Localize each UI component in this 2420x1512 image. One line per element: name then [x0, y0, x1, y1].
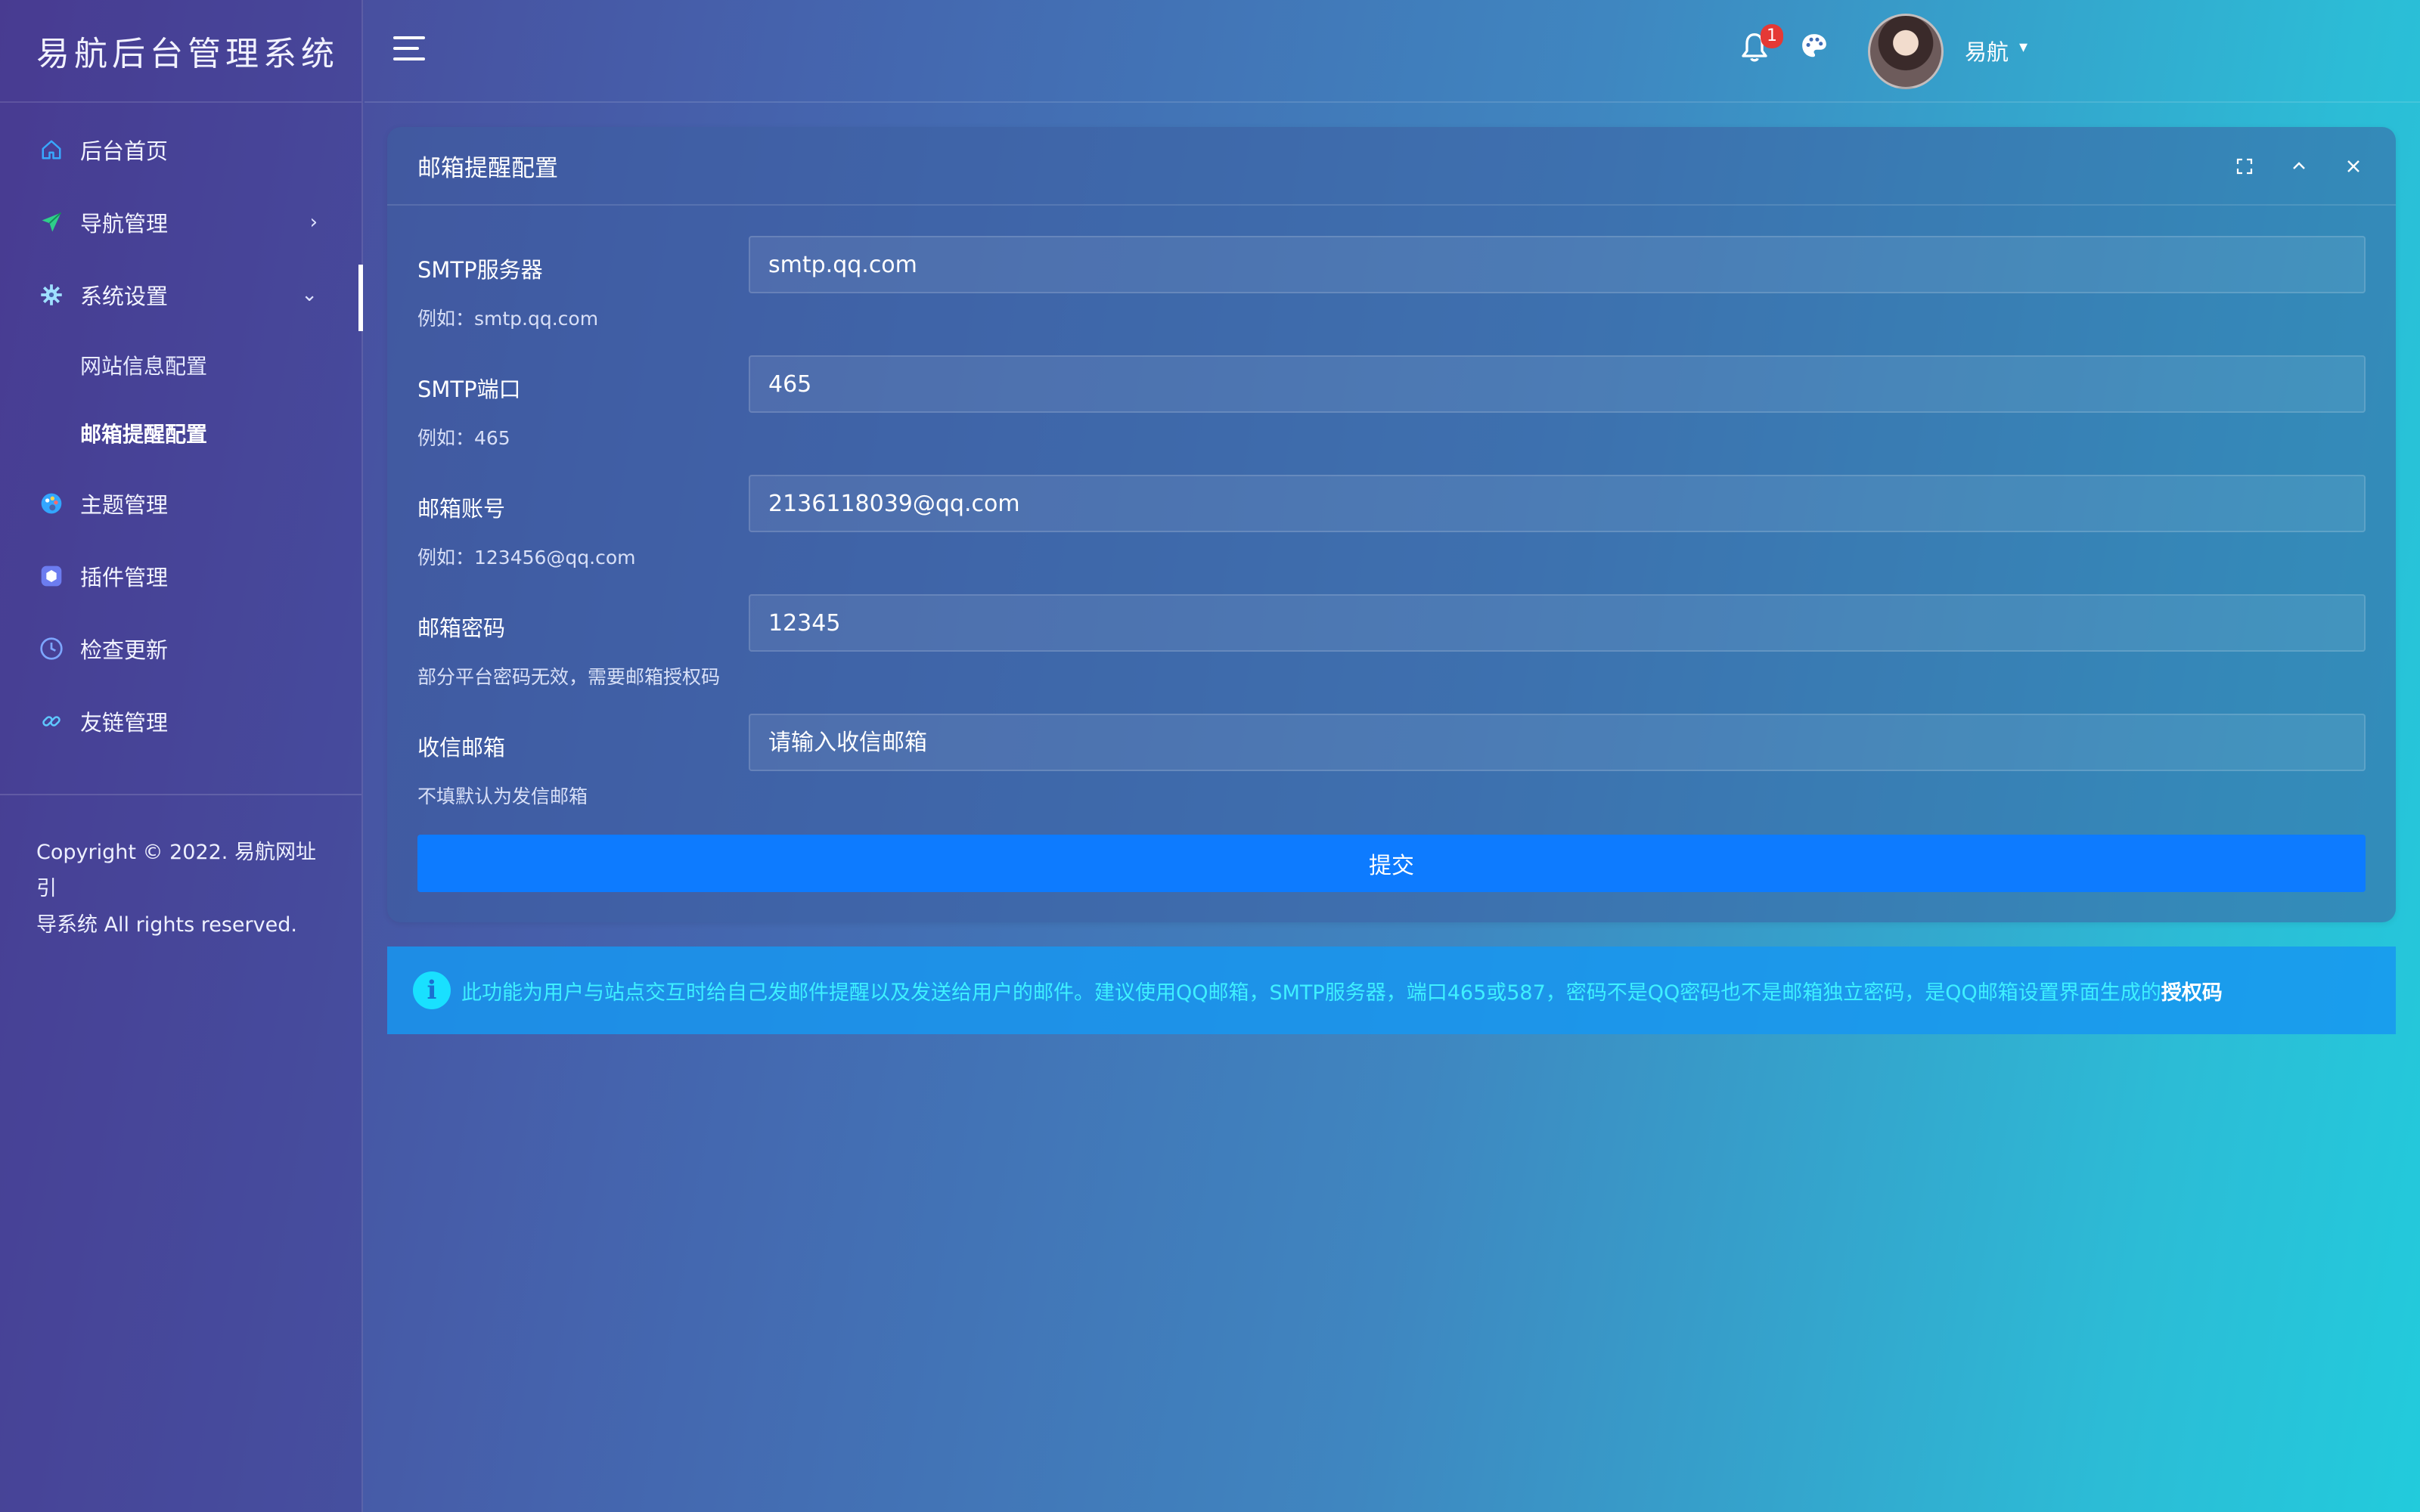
app-logo[interactable]: 易航后台管理系统 [0, 0, 361, 103]
card-tools [2232, 154, 2366, 178]
sidebar-item-links[interactable]: 友链管理 [0, 685, 361, 758]
form-row-smtp-server: SMTP服务器 例如：smtp.qq.com [417, 236, 2366, 355]
sidebar-item-label: 插件管理 [80, 565, 169, 590]
submit-button[interactable]: 提交 [417, 835, 2366, 892]
form-label: 邮箱账号 [417, 496, 506, 522]
send-icon [38, 209, 65, 236]
sidebar-subitem-email-reminder[interactable]: 邮箱提醒配置 [0, 399, 361, 467]
caret-down-icon[interactable]: ▾ [2019, 38, 2028, 57]
menu-toggle-icon[interactable] [393, 36, 425, 64]
form-label: 收信邮箱 [417, 735, 506, 761]
sidebar-item-themes[interactable]: 主题管理 [0, 467, 361, 540]
form-help: 例如：465 [417, 427, 510, 449]
sidebar-item-navigation[interactable]: 导航管理 › [0, 186, 361, 259]
alert-strong-text: 授权码 [2161, 981, 2223, 1005]
copyright-line: Copyright © 2022. 易航网址引 [36, 841, 316, 900]
card-title: 邮箱提醒配置 [417, 154, 558, 182]
sidebar-subitem-site-info[interactable]: 网站信息配置 [0, 331, 361, 399]
palette-icon [38, 490, 65, 517]
system-settings-submenu: 网站信息配置 邮箱提醒配置 [0, 331, 361, 467]
info-alert: i 此功能为用户与站点交互时给自己发邮件提醒以及发送给用户的邮件。建议使用QQ邮… [387, 947, 2396, 1034]
fullscreen-icon[interactable] [2232, 154, 2257, 178]
form-help: 部分平台密码无效，需要邮箱授权码 [417, 666, 721, 688]
form-help: 例如：smtp.qq.com [417, 308, 599, 330]
form-label: 邮箱密码 [417, 615, 506, 641]
clock-icon [38, 635, 65, 662]
form-label: SMTP服务器 [417, 257, 543, 283]
sidebar-item-label: 检查更新 [80, 637, 169, 663]
form-row-email-password: 邮箱密码 部分平台密码无效，需要邮箱授权码 [417, 594, 2366, 714]
collapse-icon[interactable] [2287, 154, 2311, 178]
sidebar-item-check-updates[interactable]: 检查更新 [0, 612, 361, 685]
card-body: SMTP服务器 例如：smtp.qq.com SMTP端口 例如：465 邮箱账… [387, 206, 2396, 833]
link-icon [38, 708, 65, 735]
username[interactable]: 易航 [1965, 35, 2009, 67]
form-row-recipient-email: 收信邮箱 不填默认为发信邮箱 [417, 714, 2366, 833]
palette-icon[interactable] [1800, 32, 1835, 68]
sidebar-item-label: 系统设置 [80, 284, 169, 309]
sidebar-item-home[interactable]: 后台首页 [0, 113, 361, 186]
info-icon: i [413, 971, 451, 1009]
sidebar-item-label: 导航管理 [80, 211, 169, 237]
topbar [365, 0, 2420, 103]
alert-text: 此功能为用户与站点交互时给自己发邮件提醒以及发送给用户的邮件。建议使用QQ邮箱，… [461, 981, 2161, 1005]
form-row-email-account: 邮箱账号 例如：123456@qq.com [417, 475, 2366, 594]
email-password-input[interactable] [749, 594, 2366, 652]
avatar[interactable] [1868, 14, 1944, 89]
form-label: SMTP端口 [417, 376, 521, 402]
sidebar: 易航后台管理系统 后台首页 导航管理 › 系统设置 ⌄ 网站信息配置 邮箱提醒配… [0, 0, 363, 1512]
sidebar-menu: 后台首页 导航管理 › 系统设置 ⌄ 网站信息配置 邮箱提醒配置 主题管理 插件… [0, 103, 363, 758]
smtp-server-input[interactable] [749, 236, 2366, 293]
smtp-port-input[interactable] [749, 355, 2366, 413]
form-help: 不填默认为发信邮箱 [417, 785, 588, 807]
home-icon [38, 136, 65, 163]
copyright: Copyright © 2022. 易航网址引 导系统 All rights r… [0, 795, 361, 943]
close-icon[interactable] [2341, 154, 2366, 178]
email-account-input[interactable] [749, 475, 2366, 532]
chevron-right-icon: › [309, 211, 318, 234]
form-help: 例如：123456@qq.com [417, 547, 636, 569]
sidebar-item-label: 友链管理 [80, 710, 169, 736]
email-config-card: 邮箱提醒配置 SMTP服务器 例如：smtp.qq.com SMTP端口 例如：… [387, 127, 2396, 922]
chevron-down-icon: ⌄ [301, 284, 318, 306]
card-header: 邮箱提醒配置 [387, 127, 2396, 206]
sidebar-item-system-settings[interactable]: 系统设置 ⌄ [0, 259, 363, 331]
gear-icon [38, 281, 65, 308]
plugin-icon [38, 562, 65, 590]
sidebar-item-plugins[interactable]: 插件管理 [0, 540, 361, 612]
copyright-line: 导系统 All rights reserved. [36, 913, 297, 937]
sidebar-item-label: 后台首页 [80, 138, 169, 164]
recipient-email-input[interactable] [749, 714, 2366, 771]
form-row-smtp-port: SMTP端口 例如：465 [417, 355, 2366, 475]
notification-badge: 1 [1761, 24, 1783, 48]
sidebar-item-label: 主题管理 [80, 492, 169, 518]
